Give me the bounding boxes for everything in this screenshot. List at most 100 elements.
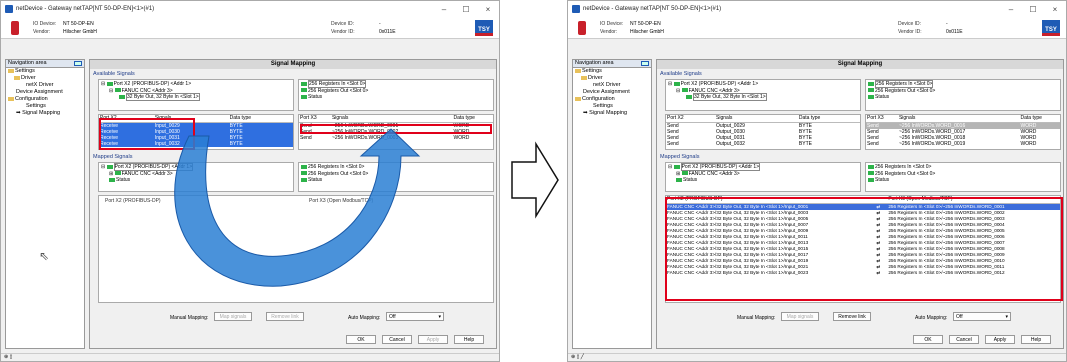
tree-node-status[interactable]: Status bbox=[868, 94, 1058, 101]
device-icon bbox=[11, 21, 19, 35]
tree-node-status[interactable]: Status bbox=[668, 177, 858, 184]
table-row[interactable]: Send Output_0032 BYTE bbox=[666, 141, 860, 147]
cancel-button[interactable]: Cancel bbox=[382, 335, 412, 344]
network-icon bbox=[673, 81, 680, 86]
nav-item-config-settings[interactable]: Settings bbox=[573, 103, 651, 110]
module-icon bbox=[868, 88, 874, 93]
nav-item-label: Device Assignment bbox=[583, 89, 630, 95]
device-label: IO Device: bbox=[600, 21, 624, 27]
nav-item-device-assignment[interactable]: Device Assignment bbox=[573, 89, 651, 96]
transition-arrow-icon bbox=[511, 141, 559, 219]
available-signals-label: Available Signals bbox=[660, 71, 702, 77]
tree-label: Status bbox=[875, 94, 890, 100]
device-node-icon bbox=[681, 171, 688, 176]
tree-node-status[interactable]: Status bbox=[868, 177, 1058, 184]
right-signal-table: Port X3 Signals Data type Send ~256 InWORDs… bbox=[865, 114, 1061, 150]
nav-header: Navigation area bbox=[6, 60, 84, 68]
help-button[interactable]: Help bbox=[1021, 335, 1051, 344]
close-button[interactable]: × bbox=[477, 5, 499, 14]
vendor-id-label: Vendor ID: bbox=[898, 29, 922, 35]
signal-mapping-panel: Signal Mapping Available Signals ⊟ Port … bbox=[656, 59, 1064, 349]
tree-label: Status bbox=[683, 177, 698, 183]
auto-mapping-select[interactable]: Off ▾ bbox=[953, 312, 1011, 321]
module-icon bbox=[868, 177, 874, 182]
nav-item-configuration[interactable]: Configuration bbox=[573, 96, 651, 103]
mapped-result-highlight bbox=[665, 197, 1063, 301]
nav-item-configuration[interactable]: Configuration bbox=[6, 96, 84, 103]
folder-icon bbox=[8, 96, 14, 101]
cell: WORD bbox=[1020, 140, 1037, 147]
map-signals-button[interactable]: Map signals bbox=[214, 312, 252, 321]
folder-icon bbox=[575, 96, 581, 101]
col-header[interactable]: Data type bbox=[797, 115, 860, 123]
maximize-button[interactable]: ☐ bbox=[1022, 5, 1044, 14]
collapse-icon[interactable] bbox=[74, 61, 82, 66]
minimize-button[interactable]: – bbox=[433, 5, 455, 14]
apply-button[interactable]: Apply bbox=[985, 335, 1015, 344]
nav-item-driver[interactable]: Driver bbox=[573, 75, 651, 82]
device-id-label: Device ID: bbox=[898, 21, 922, 27]
status-bar: ⊕ ▯ ╱ bbox=[568, 353, 1066, 361]
mapped-right-tree: 256 Registers In <Slot 0> 256 Registers … bbox=[865, 162, 1061, 192]
nav-item-netx-driver[interactable]: netX Driver bbox=[573, 82, 651, 89]
device-value: NT 50-DP-EN bbox=[63, 21, 94, 27]
tree-node-slot[interactable]: 32 Byte Out, 32 Byte In <Slot 1> bbox=[668, 93, 858, 101]
cancel-button[interactable]: Cancel bbox=[949, 335, 979, 344]
col-header[interactable]: Data type bbox=[1019, 115, 1060, 123]
right-tree: 256 Registers In <Slot 0> 256 Registers … bbox=[865, 79, 1061, 111]
col-header[interactable]: Port X3 bbox=[866, 115, 898, 123]
cell: Output_0032 bbox=[716, 140, 745, 147]
apply-button[interactable]: Apply bbox=[418, 335, 448, 344]
app-icon bbox=[5, 5, 13, 13]
nav-item-device-assignment[interactable]: Device Assignment bbox=[6, 89, 84, 96]
device-icon bbox=[578, 21, 586, 35]
close-button[interactable]: × bbox=[1044, 5, 1066, 14]
navigation-area: Navigation area Settings Driver netX Dri… bbox=[572, 59, 652, 349]
tree-label: 256 Registers Out <Slot 0> bbox=[875, 170, 936, 177]
nav-item-label: Driver bbox=[588, 75, 603, 81]
title-bar: netDevice - Gateway netTAP[NT 50-DP-EN]<… bbox=[1, 1, 499, 17]
collapse-icon[interactable] bbox=[641, 61, 649, 66]
ok-button[interactable]: OK bbox=[346, 335, 376, 344]
tree-label: Port X2 (PROFIBUS-DP) <Addr 1> bbox=[680, 81, 759, 87]
signal-mapping-window-before: netDevice - Gateway netTAP[NT 50-DP-EN]<… bbox=[0, 0, 500, 362]
module-icon bbox=[868, 81, 874, 86]
col-header[interactable]: Port X2 bbox=[666, 115, 715, 123]
nav-item-signal-mapping[interactable]: ➡ Signal Mapping bbox=[573, 110, 651, 117]
nav-item-label: Configuration bbox=[15, 96, 48, 102]
nav-item-settings[interactable]: Settings bbox=[573, 68, 651, 75]
col-header[interactable]: Signals bbox=[897, 115, 1020, 123]
nav-item-label: Settings bbox=[582, 68, 602, 74]
help-button[interactable]: Help bbox=[454, 335, 484, 344]
maximize-button[interactable]: ☐ bbox=[455, 5, 477, 14]
device-id-value: - bbox=[946, 21, 948, 27]
nav-item-driver[interactable]: Driver bbox=[6, 75, 84, 82]
mapped-signals-label: Mapped Signals bbox=[660, 154, 700, 160]
chevron-down-icon: ▾ bbox=[438, 314, 441, 320]
map-signals-button[interactable]: Map signals bbox=[781, 312, 819, 321]
ok-button[interactable]: OK bbox=[913, 335, 943, 344]
app-icon bbox=[572, 5, 580, 13]
nav-item-config-settings[interactable]: Settings bbox=[6, 103, 84, 110]
table-row[interactable]: Send ~256 InWORDs.WORD_0019 WORD bbox=[866, 141, 1060, 147]
cell: BYTE bbox=[798, 140, 812, 147]
auto-mapping-select[interactable]: Off ▾ bbox=[386, 312, 444, 321]
col-header[interactable]: Signals bbox=[715, 115, 798, 123]
navigation-area: Navigation area Settings Driver netX Dri… bbox=[5, 59, 85, 349]
nav-item-netx-driver[interactable]: netX Driver bbox=[6, 82, 84, 89]
minimize-button[interactable]: – bbox=[1000, 5, 1022, 14]
remove-link-button[interactable]: Remove link bbox=[266, 312, 304, 321]
mapped-left-tree: ⊟ Port X2 (PROFIBUS-DP) <Addr 1> ⊞ FANUC… bbox=[665, 162, 861, 192]
nav-item-label: Signal Mapping bbox=[589, 110, 628, 116]
tree-label: 32 Byte Out, 32 Byte In <Slot 1> bbox=[693, 93, 767, 101]
device-node-icon bbox=[681, 88, 688, 93]
vendor-logo: TSY bbox=[1042, 20, 1060, 36]
signal-mapping-window-after: netDevice - Gateway netTAP[NT 50-DP-EN]<… bbox=[567, 0, 1067, 362]
nav-item-signal-mapping[interactable]: ➡ Signal Mapping bbox=[6, 110, 84, 117]
nav-item-settings[interactable]: Settings bbox=[6, 68, 84, 75]
cell: ~256 InWORDs.WORD_0019 bbox=[898, 140, 966, 147]
window-title: netDevice - Gateway netTAP[NT 50-DP-EN]<… bbox=[583, 6, 722, 12]
remove-link-button[interactable]: Remove link bbox=[833, 312, 871, 321]
auto-mapping-label: Auto Mapping: bbox=[915, 315, 948, 321]
nav-item-label: netX Driver bbox=[593, 82, 621, 88]
